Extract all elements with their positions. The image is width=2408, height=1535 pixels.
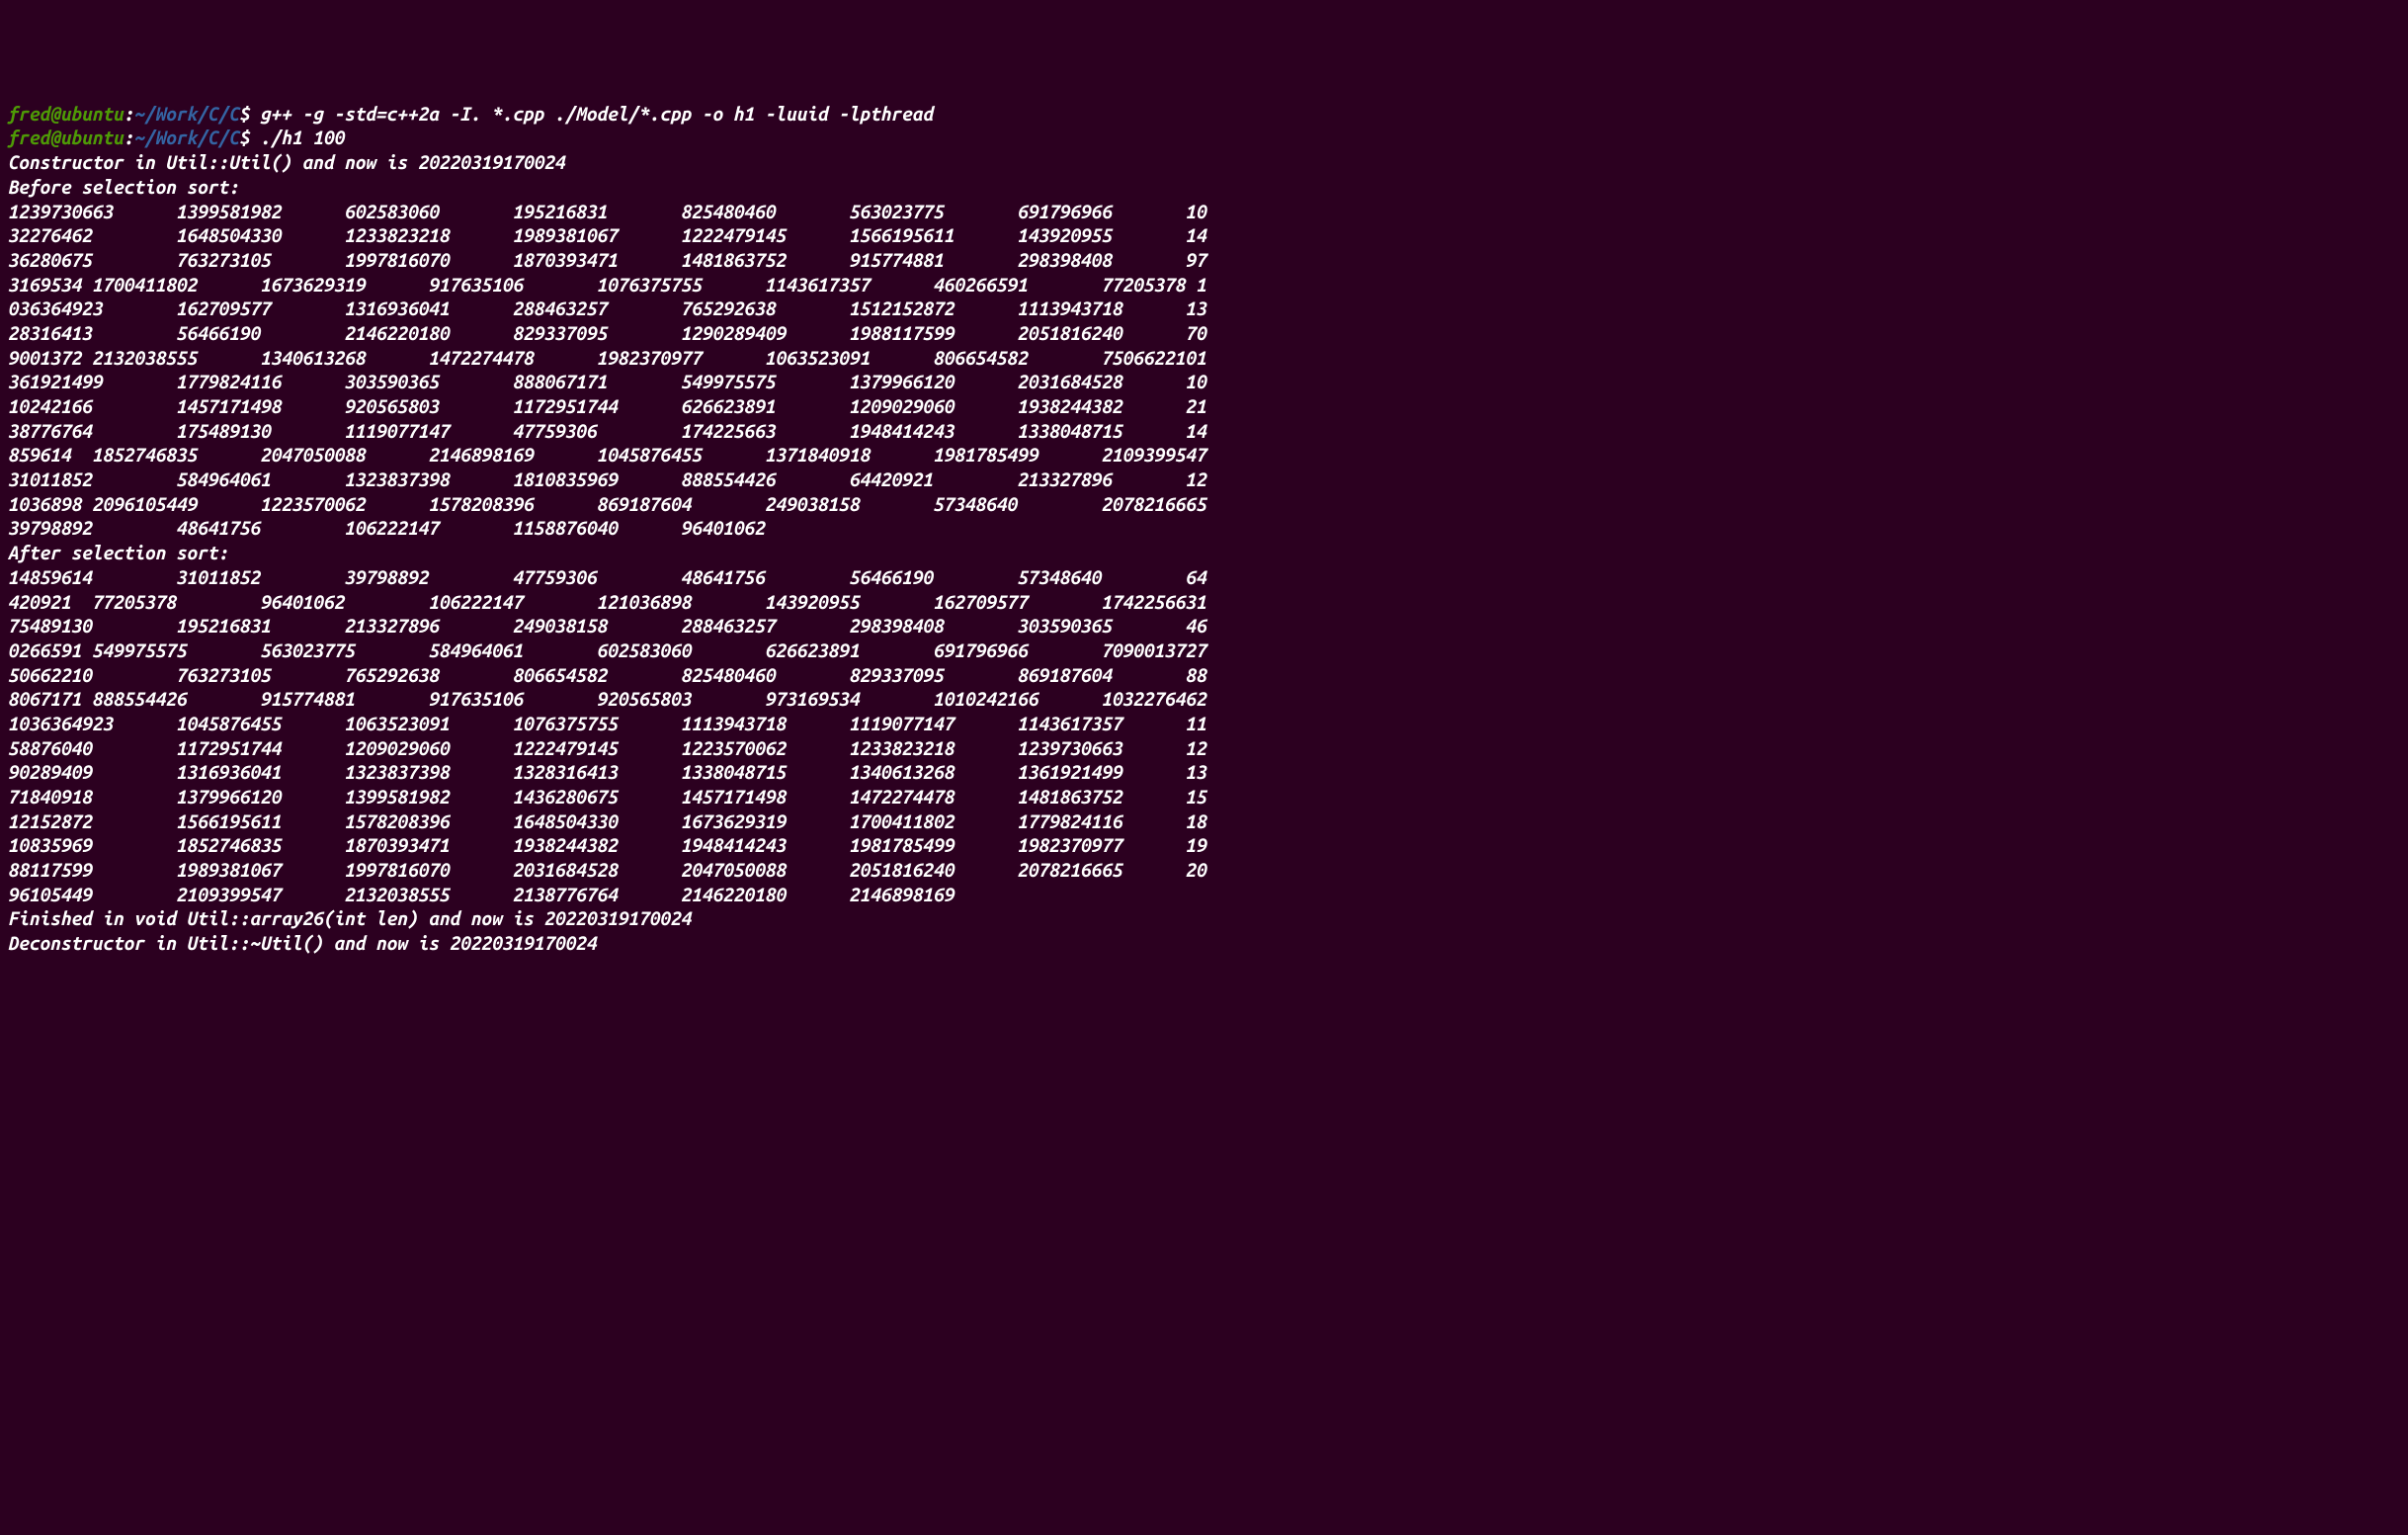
before-data-row: 036364923 162709577 1316936041 288463257… [8, 297, 2400, 321]
before-data-row: 361921499 1779824116 303590365 888067171… [8, 370, 2400, 394]
before-data-row: 31011852 584964061 1323837398 1810835969… [8, 468, 2400, 492]
before-data-row: 3169534 1700411802 1673629319 917635106 … [8, 273, 2400, 298]
after-data-row: 58876040 1172951744 1209029060 122247914… [8, 736, 2400, 761]
after-data-row: 50662210 763273105 765292638 806654582 8… [8, 663, 2400, 688]
prompt-dollar: $ [239, 103, 260, 125]
prompt-line-2: fred@ubuntu:~/Work/C/C$ ./h1 100 [8, 126, 2400, 150]
before-data-row: 39798892 48641756 106222147 1158876040 9… [8, 516, 2400, 541]
after-data-row: 0266591 549975575 563023775 584964061 60… [8, 639, 2400, 663]
prompt-user: fred@ubuntu [8, 103, 124, 125]
prompt-colon: : [124, 103, 134, 125]
after-data-row: 90289409 1316936041 1323837398 132831641… [8, 760, 2400, 785]
before-label: Before selection sort: [8, 175, 2400, 200]
after-data-row: 420921 77205378 96401062 106222147 12103… [8, 590, 2400, 615]
prompt-path: ~/Work/C/C [134, 127, 239, 148]
before-data-row: 1036898 2096105449 1223570062 1578208396… [8, 492, 2400, 517]
prompt-colon: : [124, 127, 134, 148]
after-data-row: 71840918 1379966120 1399581982 143628067… [8, 785, 2400, 810]
finished-line: Finished in void Util::array26(int len) … [8, 906, 2400, 931]
before-data-row: 38776764 175489130 1119077147 47759306 1… [8, 419, 2400, 444]
before-data-row: 10242166 1457171498 920565803 1172951744… [8, 394, 2400, 419]
after-data-row: 10835969 1852746835 1870393471 193824438… [8, 833, 2400, 858]
after-data-row: 8067171 888554426 915774881 917635106 92… [8, 687, 2400, 712]
prompt-dollar: $ [239, 127, 260, 148]
after-data-row: 14859614 31011852 39798892 47759306 4864… [8, 565, 2400, 590]
after-data-row: 88117599 1989381067 1997816070 203168452… [8, 858, 2400, 883]
prompt-user: fred@ubuntu [8, 127, 124, 148]
prompt-line-1: fred@ubuntu:~/Work/C/C$ g++ -g -std=c++2… [8, 102, 2400, 127]
prompt-path: ~/Work/C/C [134, 103, 239, 125]
constructor-line: Constructor in Util::Util() and now is 2… [8, 150, 2400, 175]
after-data-row: 96105449 2109399547 2132038555 213877676… [8, 883, 2400, 907]
deconstructor-line: Deconstructor in Util::~Util() and now i… [8, 931, 2400, 956]
terminal-window[interactable]: fred@ubuntu:~/Work/C/C$ g++ -g -std=c++2… [8, 102, 2400, 956]
after-data-row: 1036364923 1045876455 1063523091 1076375… [8, 712, 2400, 736]
after-label: After selection sort: [8, 541, 2400, 565]
compile-command: g++ -g -std=c++2a -I. *.cpp ./Model/*.cp… [260, 103, 933, 125]
before-data-row: 9001372 2132038555 1340613268 1472274478… [8, 346, 2400, 371]
after-data-row: 75489130 195216831 213327896 249038158 2… [8, 614, 2400, 639]
before-data-row: 859614 1852746835 2047050088 2146898169 … [8, 443, 2400, 468]
before-data-row: 28316413 56466190 2146220180 829337095 1… [8, 321, 2400, 346]
after-data-row: 12152872 1566195611 1578208396 164850433… [8, 810, 2400, 834]
before-data-row: 1239730663 1399581982 602583060 19521683… [8, 200, 2400, 224]
before-data-row: 32276462 1648504330 1233823218 198938106… [8, 223, 2400, 248]
run-command: ./h1 100 [260, 127, 344, 148]
before-data-row: 36280675 763273105 1997816070 1870393471… [8, 248, 2400, 273]
